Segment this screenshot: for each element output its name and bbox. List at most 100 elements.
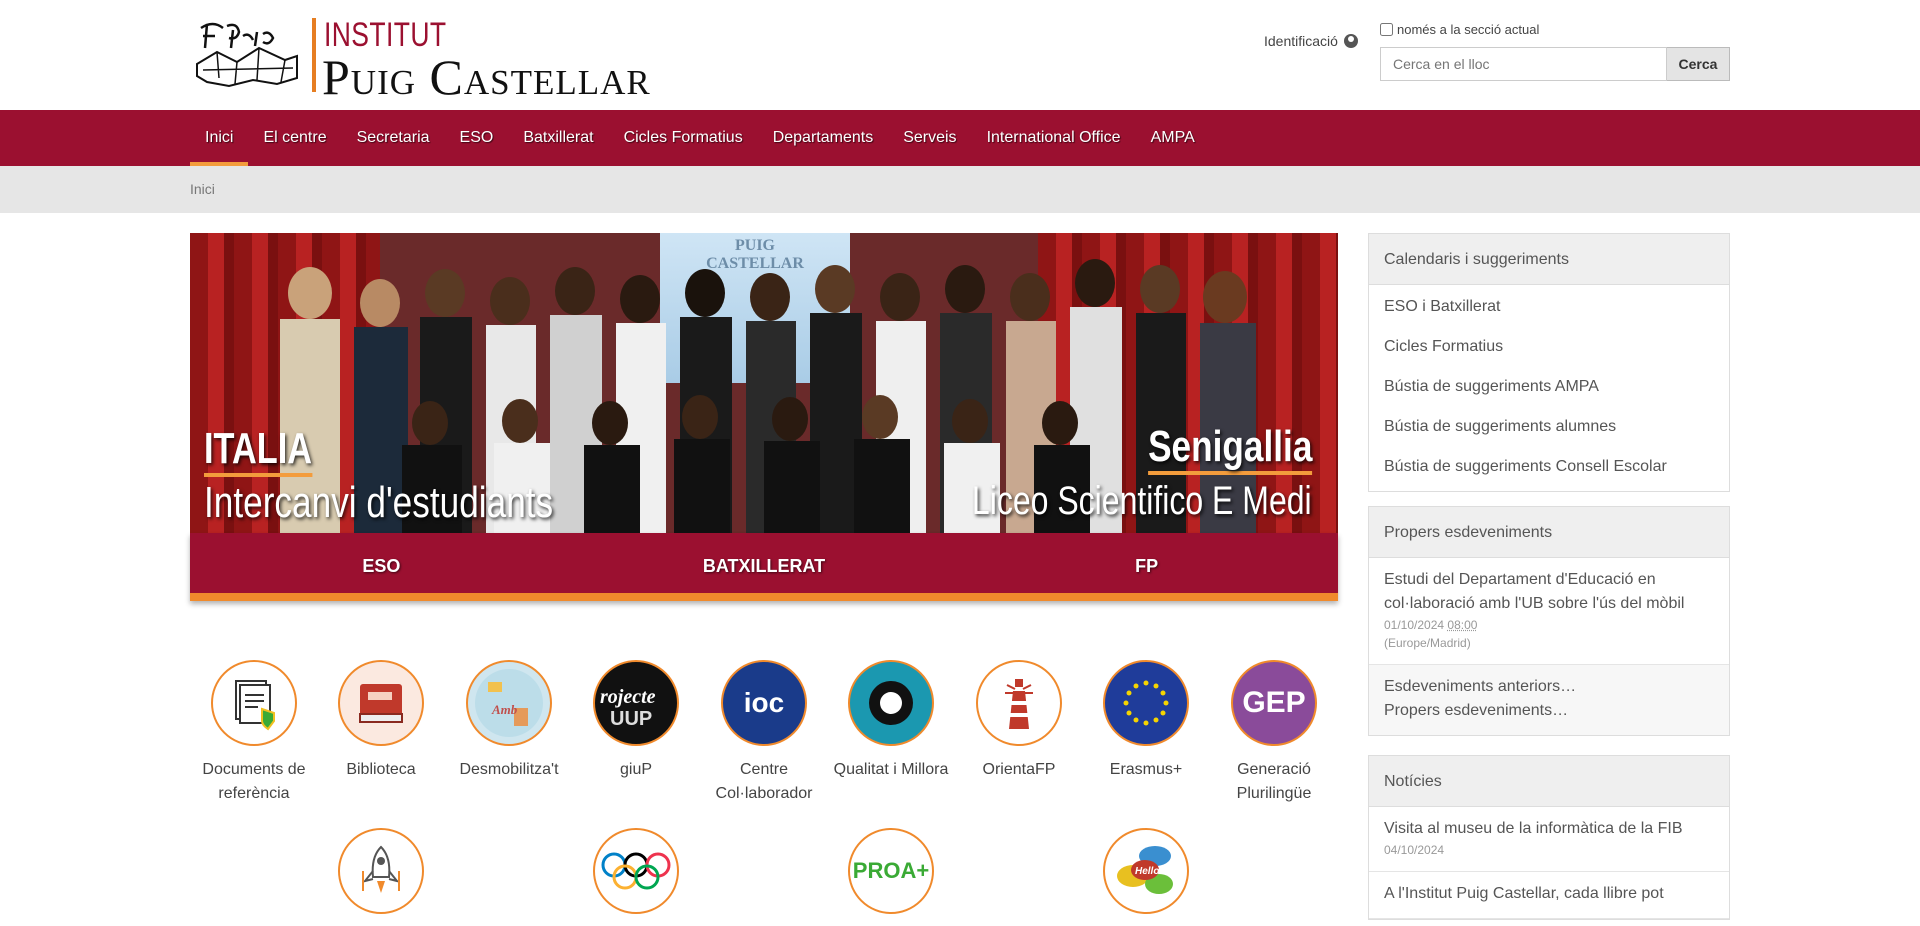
banner-caption-right: Senigallia Liceo Scientifico E Medi [887,423,1312,527]
identification-label: Identificació [1264,33,1338,49]
event-item[interactable]: Estudi del Departament d'Educació en col… [1369,558,1729,665]
search-section-label: només a la secció actual [1397,22,1540,37]
svg-text:rojecte: rojecte [600,686,656,708]
news-item-date: 04/10/2024 [1384,843,1445,857]
quality-icon [848,660,934,746]
gep-text: GEP [1242,686,1306,719]
tile-qualitat-label: Qualitat i Millora [833,761,949,778]
event-timezone: (Europe/Madrid) [1384,636,1471,650]
calendars-panel-title: Calendaris i suggeriments [1369,234,1729,285]
nav-item-inici[interactable]: Inici [190,110,249,166]
banner-caption-left: ITALIA Intercanvi d'estudiants [204,425,640,529]
giup-icon: rojecte UUP [593,660,679,746]
tile-erasmus-label: Erasmus+ [1109,761,1183,778]
event-title[interactable]: Estudi del Departament d'Educació en col… [1384,568,1714,616]
ioc-icon: ioc [721,660,807,746]
news-panel: Notícies Visita al museu de la informàti… [1368,755,1730,920]
nav-item-batxillerat[interactable]: Batxillerat [508,110,608,166]
news-panel-title: Notícies [1369,756,1729,807]
news-item[interactable]: Visita al museu de la informàtica de la … [1369,807,1729,872]
nav-item-secretaria[interactable]: Secretaria [342,110,445,166]
tile-olympic[interactable] [572,828,700,926]
logo-school-name: Puig Castellar [322,49,651,105]
gep-icon: GEP [1231,660,1317,746]
breadcrumb-current: Inici [190,181,215,197]
documents-icon [211,660,297,746]
user-icon [1343,34,1358,48]
book-icon [338,660,424,746]
logo-divider [312,18,316,92]
tile-gep-label: Generació Plurilingüe [1236,761,1312,802]
proa-icon: PROA+ [848,828,934,914]
tile-biblioteca[interactable]: Biblioteca [317,660,445,782]
proa-text: PROA+ [852,858,930,883]
nav-item-serveis[interactable]: Serveis [888,110,971,166]
event-date: 01/10/2024 08:00 [1384,618,1478,632]
tile-documents[interactable]: Documents de referència [190,660,318,806]
tile-centre-label: Centre Col·laborador [715,761,813,802]
tile-giup-label: giuP [619,761,653,778]
tile-languages[interactable]: Hello! [1082,828,1210,926]
olympic-rings-icon [593,828,679,914]
breadcrumb: Inici [0,166,1920,213]
svg-text:UUP: UUP [610,708,652,730]
nav-item-departaments[interactable]: Departaments [758,110,889,166]
search-section-checkbox[interactable] [1380,23,1393,36]
search-input[interactable] [1380,47,1667,81]
upcoming-events-link[interactable]: Propers esdeveniments… [1384,699,1714,723]
tile-rocket[interactable] [317,828,445,926]
nav-item-ampa[interactable]: AMPA [1136,110,1210,166]
events-panel: Propers esdeveniments Estudi del Departa… [1368,506,1730,736]
svg-text:Amb: Amb [491,702,518,717]
calendars-panel: Calendaris i suggeriments ESO i Batxille… [1368,233,1730,492]
calendar-link-eso-batxillerat[interactable]: ESO i Batxillerat [1369,287,1729,327]
calendar-link-cicles[interactable]: Cicles Formatius [1369,327,1729,367]
tile-documents-label: Documents de referència [202,761,306,802]
identification-link[interactable]: Identificació [1264,33,1358,49]
banner-left-title: ITALIA [204,425,313,477]
lighthouse-icon [976,660,1062,746]
tile-giup[interactable]: rojecte UUP giuP [572,660,700,782]
hero-banner[interactable]: PUIG CASTELLAR ITALIA Intercanvi d'estud… [190,233,1338,533]
search-form: Cerca [1380,47,1730,81]
speech-bubbles-icon: Hello! [1103,828,1189,914]
news-item[interactable]: A l'Institut Puig Castellar, cada llibre… [1369,872,1729,919]
suggestions-link-consell[interactable]: Bústia de suggeriments Consell Escolar [1369,447,1729,487]
events-panel-title: Propers esdeveniments [1369,507,1729,558]
previous-events-link[interactable]: Esdeveniments anteriors… [1384,675,1714,699]
ioc-text: ioc [743,687,785,718]
banner-left-subtitle: Intercanvi d'estudiants [204,478,554,527]
education-levels-bar: ESO BATXILLERAT FP [190,533,1338,601]
hello-text: Hello! [1135,866,1163,877]
site-logo[interactable]: INSTITUT Puig Castellar [193,14,693,105]
event-time: 08:00 [1447,618,1478,632]
news-item-title[interactable]: A l'Institut Puig Castellar, cada llibre… [1384,882,1714,906]
site-header: INSTITUT Puig Castellar Identificació no… [0,0,1920,110]
search-section-checkbox-label[interactable]: només a la secció actual [1380,22,1539,37]
tile-desmobilitza[interactable]: Amb Desmobilitza't [445,660,573,782]
search-button[interactable]: Cerca [1667,47,1730,81]
suggestions-link-alumnes[interactable]: Bústia de suggeriments alumnes [1369,407,1729,447]
logo-drawing-icon [196,22,298,88]
tile-erasmus[interactable]: Erasmus+ [1082,660,1210,782]
banner-right-title: Senigallia [1147,423,1312,475]
tile-proa[interactable]: PROA+ [827,828,955,926]
tile-gep[interactable]: GEP Generació Plurilingüe [1210,660,1338,806]
tile-desmobilitza-label: Desmobilitza't [459,761,559,778]
level-batxillerat-button[interactable]: BATXILLERAT [573,533,956,593]
nav-item-cicles-formatius[interactable]: Cicles Formatius [609,110,758,166]
main-nav: Inici El centre Secretaria ESO Batxiller… [0,110,1920,166]
nav-item-international-office[interactable]: International Office [972,110,1136,166]
nav-item-el-centre[interactable]: El centre [248,110,341,166]
news-item-title[interactable]: Visita al museu de la informàtica de la … [1384,817,1714,841]
desmobilitza-icon: Amb [466,660,552,746]
suggestions-link-ampa[interactable]: Bústia de suggeriments AMPA [1369,367,1729,407]
tile-biblioteca-label: Biblioteca [346,761,416,778]
level-fp-button[interactable]: FP [955,533,1338,593]
nav-item-eso[interactable]: ESO [445,110,509,166]
tile-centre-collaborador[interactable]: ioc Centre Col·laborador [700,660,828,806]
tile-qualitat[interactable]: Qualitat i Millora [827,660,955,782]
level-eso-button[interactable]: ESO [190,533,573,593]
tile-orientafp[interactable]: OrientaFP [955,660,1083,782]
eu-flag-icon [1103,660,1189,746]
